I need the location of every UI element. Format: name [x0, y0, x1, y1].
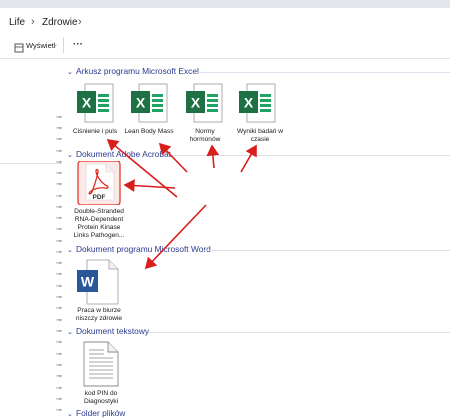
annotation-arrows	[106, 138, 257, 270]
annotation-arrow	[240, 144, 257, 173]
annotation-arrow	[206, 144, 220, 169]
annotation-arrow	[158, 142, 188, 173]
annotation-arrow	[123, 179, 176, 192]
annotation-arrow	[106, 138, 178, 198]
annotation-arrow	[144, 204, 207, 270]
